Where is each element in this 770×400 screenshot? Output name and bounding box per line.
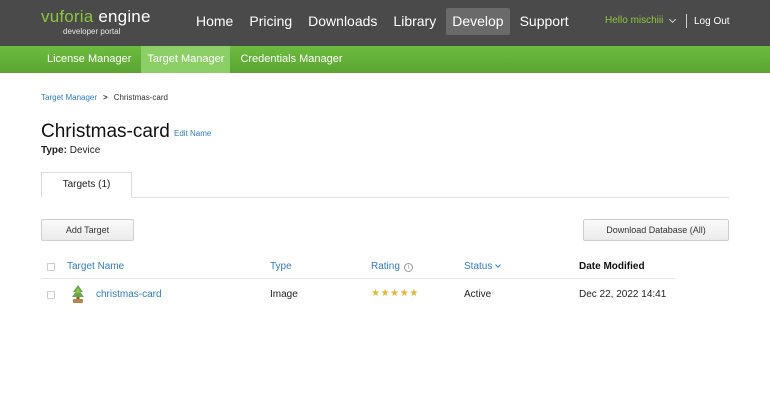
subnav-item-credentials-manager[interactable]: Credentials Manager <box>234 46 348 73</box>
chevron-down-icon <box>669 15 677 23</box>
breadcrumb-target-manager[interactable]: Target Manager <box>41 93 97 102</box>
target-status: Active <box>464 289 492 300</box>
chevron-down-icon <box>495 262 502 268</box>
target-name-link[interactable]: christmas-card <box>96 289 162 300</box>
breadcrumb-current: Christmas-card <box>113 93 168 102</box>
nav-item-downloads[interactable]: Downloads <box>302 8 383 35</box>
column-header-target-name[interactable]: Target Name <box>67 261 124 272</box>
target-type: Image <box>270 289 298 300</box>
sub-nav-items: License Manager Target Manager Credentia… <box>41 46 353 73</box>
database-type: Type: Device <box>41 145 100 156</box>
star-icon: ★ <box>380 288 391 299</box>
logo-brand-text: vuforia <box>41 7 94 26</box>
star-icon: ★ <box>371 288 381 299</box>
rating-stars: ★★★★★ <box>371 288 419 299</box>
breadcrumb: Target Manager > Christmas-card <box>41 93 168 102</box>
tab-underline <box>41 197 729 198</box>
edit-name-link[interactable]: Edit Name <box>174 129 211 138</box>
star-icon: ★ <box>409 288 419 299</box>
column-header-date-modified[interactable]: Date Modified <box>579 261 645 272</box>
row-checkbox[interactable] <box>47 291 55 299</box>
user-greeting: Hello mischiii <box>605 15 664 26</box>
nav-item-home[interactable]: Home <box>190 8 239 35</box>
nav-item-library[interactable]: Library <box>387 8 442 35</box>
star-icon: ★ <box>399 288 410 299</box>
tab-targets[interactable]: Targets (1) <box>41 172 132 198</box>
subnav-item-target-manager[interactable]: Target Manager <box>141 46 231 73</box>
download-database-button[interactable]: Download Database (All) <box>583 219 729 241</box>
select-all-checkbox[interactable] <box>47 263 55 271</box>
nav-item-develop[interactable]: Develop <box>446 8 510 35</box>
breadcrumb-separator: > <box>103 93 108 102</box>
table-header-divider <box>41 278 675 279</box>
logo-subtitle: developer portal <box>63 27 121 36</box>
vuforia-engine-logo[interactable]: vuforia engine developer portal <box>41 8 151 38</box>
logo-wordmark: vuforia engine <box>41 8 151 25</box>
column-header-type[interactable]: Type <box>270 261 292 272</box>
subnav-item-license-manager[interactable]: License Manager <box>41 46 137 73</box>
info-icon[interactable]: i <box>403 263 413 272</box>
star-icon: ★ <box>390 288 400 299</box>
type-label: Type: <box>41 145 67 156</box>
logo-product-text: engine <box>93 7 151 26</box>
user-menu[interactable]: Hello mischiii <box>605 15 677 26</box>
column-header-status-label: Status <box>464 261 493 272</box>
christmas-tree-thumbnail[interactable] <box>70 284 86 304</box>
nav-item-pricing[interactable]: Pricing <box>243 8 298 35</box>
add-target-button[interactable]: Add Target <box>41 219 134 241</box>
nav-item-support[interactable]: Support <box>514 8 575 35</box>
nav-divider <box>686 14 687 28</box>
column-header-status[interactable]: Status <box>464 261 502 272</box>
type-value: Device <box>69 145 101 156</box>
top-navigation-bar: vuforia engine developer portal Home Pri… <box>0 0 770 46</box>
main-nav: Home Pricing Downloads Library Develop S… <box>190 8 579 35</box>
target-date-modified: Dec 22, 2022 14:41 <box>579 289 667 300</box>
page-title: Christmas-card <box>41 121 170 142</box>
sub-navigation-bar: License Manager Target Manager Credentia… <box>0 46 770 73</box>
column-header-rating-label: Rating <box>371 261 400 272</box>
column-header-rating[interactable]: Rating i <box>371 261 413 272</box>
logout-link[interactable]: Log Out <box>694 16 730 27</box>
